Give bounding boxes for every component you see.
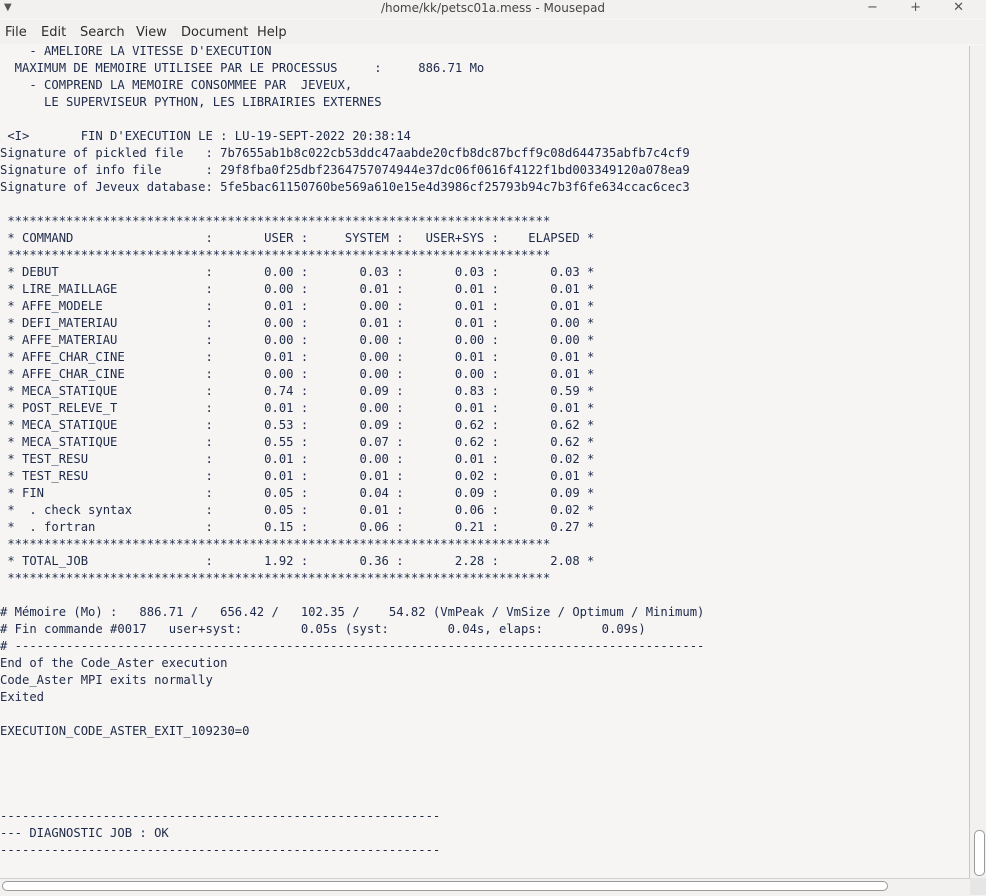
vertical-scrollbar-thumb[interactable] [974, 830, 985, 876]
menu-help[interactable]: Help [257, 22, 287, 40]
window-controls[interactable]: − + ✕ [867, 0, 978, 15]
editor-content[interactable]: - AMELIORE LA VITESSE D'EXECUTION MAXIMU… [0, 46, 704, 859]
window-controls-label[interactable]: − + ✕ [867, 0, 978, 15]
window-title: /home/kk/petsc01a.mess - Mousepad [380, 1, 606, 15]
menu-edit[interactable]: Edit [41, 22, 66, 40]
text-editor[interactable]: - AMELIORE LA VITESSE D'EXECUTION MAXIMU… [0, 46, 970, 878]
horizontal-scrollbar-thumb[interactable] [2, 881, 888, 891]
menu-bar: File Edit Search View Document Help [0, 20, 986, 44]
menu-file[interactable]: File [5, 22, 27, 40]
menu-view[interactable]: View [136, 22, 167, 40]
menu-document[interactable]: Document [181, 22, 248, 40]
vertical-scrollbar[interactable] [970, 46, 986, 878]
menu-search[interactable]: Search [80, 22, 125, 40]
title-bar: ▼ /home/kk/petsc01a.mess - Mousepad − + … [0, 0, 986, 18]
scrollbar-corner [970, 878, 986, 895]
